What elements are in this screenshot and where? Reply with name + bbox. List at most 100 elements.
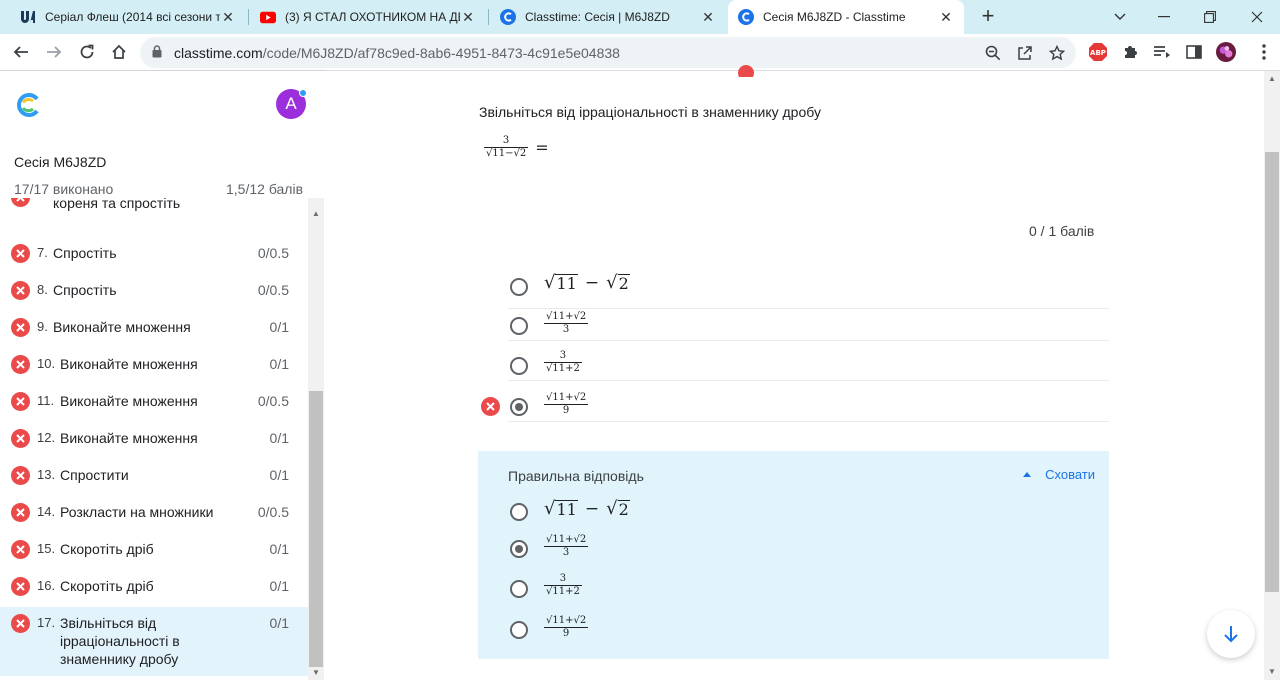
sqrt-operand: 2 bbox=[617, 274, 630, 293]
reading-list-icon[interactable] bbox=[1152, 42, 1172, 62]
close-window-button[interactable] bbox=[1234, 0, 1280, 34]
status-incorrect-cut bbox=[738, 65, 858, 77]
close-icon[interactable]: ✕ bbox=[700, 9, 716, 25]
profile-avatar-icon[interactable] bbox=[1216, 42, 1236, 62]
browser-tab-1[interactable]: Серіал Флеш (2014 всі сезони та ✕ bbox=[10, 0, 246, 34]
fraction-numerator: √11+√2 bbox=[546, 615, 587, 626]
answer-option[interactable]: 3 √11+2 bbox=[508, 341, 1109, 381]
browser-tab-3[interactable]: Classtime: Сесія | M6J8ZD ✕ bbox=[490, 0, 726, 34]
more-menu-icon[interactable] bbox=[1254, 42, 1274, 62]
progress-text: 17/17 виконано bbox=[14, 181, 114, 197]
close-icon bbox=[1251, 11, 1263, 23]
extensions-puzzle-icon[interactable] bbox=[1120, 42, 1140, 62]
page-scrollbar-thumb[interactable] bbox=[1265, 152, 1279, 592]
question-item[interactable]: 8. Спростіть 0/0.5 bbox=[0, 272, 308, 309]
restore-button[interactable] bbox=[1187, 0, 1233, 34]
question-item[interactable]: 14. Розкласти на множники 0/0.5 bbox=[0, 494, 308, 531]
scroll-down-button[interactable] bbox=[1207, 610, 1255, 658]
radio-button[interactable] bbox=[510, 278, 528, 296]
fraction-denominator: 3 bbox=[562, 324, 570, 335]
question-item[interactable]: 16. Скоротіть дріб 0/1 bbox=[0, 568, 308, 605]
radio-button[interactable] bbox=[510, 317, 528, 335]
question-points: 0/1 bbox=[269, 615, 289, 631]
correct-option: 3 √11+2 bbox=[508, 570, 1068, 610]
tab-divider bbox=[488, 9, 489, 25]
question-points: 0/1 bbox=[269, 356, 289, 372]
sidebar: A Сесія M6J8ZD 17/17 виконано 1,5/12 бал… bbox=[0, 71, 324, 680]
question-points: 0/1 bbox=[269, 578, 289, 594]
tab-search-button[interactable] bbox=[1097, 0, 1143, 34]
question-item[interactable]: 9. Виконайте множення 0/1 bbox=[0, 309, 308, 346]
total-score: 1,5/12 балів bbox=[226, 181, 304, 197]
bookmark-star-icon[interactable] bbox=[1047, 43, 1067, 63]
question-item[interactable]: 10. Виконайте множення 0/1 bbox=[0, 346, 308, 383]
browser-tab-bar: Серіал Флеш (2014 всі сезони та ✕ (3) Я … bbox=[0, 0, 1280, 34]
fraction-denominator: 9 bbox=[562, 628, 570, 639]
back-button[interactable] bbox=[9, 40, 33, 64]
correct-answer-panel: Правильна відповідь Сховати √ 11 − √ 2 √11… bbox=[478, 451, 1109, 659]
error-icon bbox=[11, 540, 30, 559]
browser-toolbar: classtime.com/code/M6J8ZD/af78c9ed-8ab6-… bbox=[0, 34, 1280, 71]
question-number: 11. bbox=[37, 393, 55, 408]
avatar[interactable]: A bbox=[276, 89, 307, 119]
correct-option: √ 11 − √ 2 bbox=[508, 493, 1068, 533]
forward-button[interactable] bbox=[42, 40, 66, 64]
radio-button-selected[interactable] bbox=[510, 398, 528, 416]
tab-title: (3) Я СТАЛ ОХОТНИКОМ НА ДЕ bbox=[285, 10, 460, 24]
option-math: √ 11 − √ 2 bbox=[544, 272, 630, 293]
radio-button bbox=[510, 580, 528, 598]
adblock-extension-icon[interactable]: ABP bbox=[1088, 42, 1108, 62]
reload-button[interactable] bbox=[75, 40, 99, 64]
share-icon[interactable] bbox=[1015, 43, 1035, 63]
scroll-up-arrow-icon[interactable]: ▲ bbox=[1264, 73, 1280, 85]
question-item[interactable]: 12. Виконайте множення 0/1 bbox=[0, 420, 308, 457]
scroll-up-arrow-icon[interactable]: ▲ bbox=[308, 208, 324, 220]
error-icon bbox=[11, 466, 30, 485]
option-fraction: √11+√2 3 bbox=[544, 311, 589, 336]
scroll-down-arrow-icon[interactable]: ▼ bbox=[308, 667, 324, 679]
new-tab-button[interactable]: + bbox=[977, 5, 999, 27]
question-item[interactable]: 15. Скоротіть дріб 0/1 bbox=[0, 531, 308, 568]
zoom-icon[interactable] bbox=[983, 43, 1003, 63]
question-number: 16. bbox=[37, 578, 56, 593]
option-fraction: √11+√2 3 bbox=[544, 534, 589, 559]
question-item-6[interactable]: кореня та спростіть bbox=[0, 198, 308, 228]
home-button[interactable] bbox=[107, 40, 131, 64]
address-bar[interactable]: classtime.com/code/M6J8ZD/af78c9ed-8ab6-… bbox=[140, 37, 1076, 68]
sidebar-scrollbar-thumb[interactable] bbox=[309, 391, 323, 667]
close-icon[interactable]: ✕ bbox=[220, 9, 236, 25]
browser-tab-4-active[interactable]: Сесія M6J8ZD - Classtime ✕ bbox=[728, 0, 964, 34]
fraction-numerator: 3 bbox=[559, 573, 567, 584]
scroll-down-arrow-icon[interactable]: ▼ bbox=[1264, 666, 1280, 678]
question-label: Скоротіть дріб bbox=[60, 578, 154, 594]
fraction-denominator: √11+2 bbox=[546, 363, 580, 374]
answer-option-selected-wrong[interactable]: √11+√2 9 bbox=[481, 382, 1109, 422]
expression-fraction: 3 √11−√2 bbox=[484, 135, 529, 160]
error-icon bbox=[11, 355, 30, 374]
question-points: 0/1 bbox=[269, 319, 289, 335]
close-icon[interactable]: ✕ bbox=[938, 9, 954, 25]
classtime-logo-icon[interactable] bbox=[17, 93, 41, 117]
minimize-button[interactable] bbox=[1141, 0, 1187, 34]
close-icon[interactable]: ✕ bbox=[460, 9, 476, 25]
option-math: √ 11 − √ 2 bbox=[544, 498, 630, 519]
question-number: 17. bbox=[37, 615, 56, 630]
hide-label: Сховати bbox=[1045, 467, 1095, 482]
lock-icon bbox=[152, 45, 162, 63]
sqrt-operand: 11 bbox=[555, 500, 578, 519]
equals-sign: = bbox=[535, 138, 549, 157]
radio-button[interactable] bbox=[510, 357, 528, 375]
incorrect-icon bbox=[481, 397, 500, 416]
error-icon bbox=[11, 614, 30, 633]
question-item[interactable]: 11. Виконайте множення 0/0.5 bbox=[0, 383, 308, 420]
question-item[interactable]: 7. Спростіть 0/0.5 bbox=[0, 235, 308, 272]
question-points: 0/0.5 bbox=[257, 282, 289, 298]
hide-button[interactable]: Сховати bbox=[1023, 467, 1095, 482]
answer-option[interactable]: √11+√2 3 bbox=[508, 301, 1109, 341]
url-text: classtime.com/code/M6J8ZD/af78c9ed-8ab6-… bbox=[174, 45, 620, 61]
question-item[interactable]: 13. Спростити 0/1 bbox=[0, 457, 308, 494]
browser-tab-2[interactable]: (3) Я СТАЛ ОХОТНИКОМ НА ДЕ ✕ bbox=[250, 0, 486, 34]
question-item-current[interactable]: 17. Звільніться від ірраціональності в з… bbox=[0, 607, 308, 676]
arrow-left-icon bbox=[13, 46, 28, 58]
side-panel-icon[interactable] bbox=[1184, 42, 1204, 62]
